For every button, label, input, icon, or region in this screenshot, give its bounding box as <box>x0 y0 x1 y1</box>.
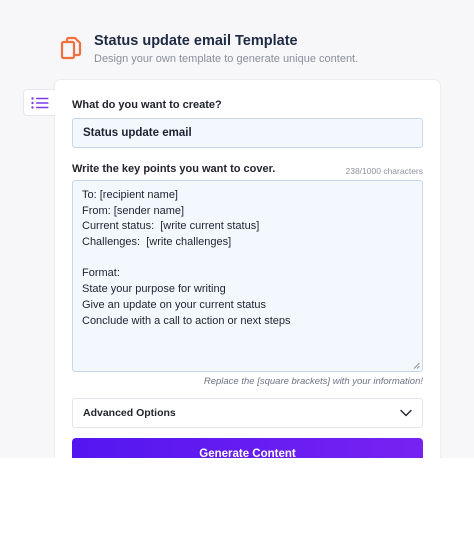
page-viewport: Status update email Template Design your… <box>0 0 474 458</box>
page-subtitle: Design your own template to generate uni… <box>94 53 359 65</box>
textarea-line: From: [sender name] <box>82 204 185 217</box>
advanced-options-label: Advanced Options <box>83 407 176 419</box>
keypoints-textarea[interactable]: To: [recipient name] From: [sender name]… <box>72 180 423 372</box>
list-icon <box>30 96 48 109</box>
page-title: Status update email Template <box>94 33 298 49</box>
sidebar-toggle-button[interactable] <box>23 89 55 116</box>
replace-hint: Replace the [square brackets] with your … <box>203 376 423 387</box>
character-counter: 238/1000 characters <box>345 166 424 176</box>
create-label: What do you want to create? <box>72 99 222 111</box>
textarea-line <box>82 251 413 267</box>
textarea-line: Current status: [write current status] <box>82 220 260 233</box>
textarea-line: Give an update on your current status <box>82 298 267 311</box>
textarea-line: Conclude with a call to action or next s… <box>82 314 291 327</box>
header-text: Status update email Template Design your… <box>94 33 358 65</box>
textarea-line: Format: <box>82 267 120 280</box>
keypoints-label: Write the key points you want to cover. <box>72 163 276 175</box>
textarea-line: State your purpose for writing <box>82 283 226 296</box>
chevron-down-icon <box>400 409 412 417</box>
template-form-card: What do you want to create? Status updat… <box>55 80 440 458</box>
page-header: Status update email Template Design your… <box>60 33 358 65</box>
copy-document-icon <box>60 36 82 60</box>
resize-grip-icon[interactable] <box>413 362 420 369</box>
advanced-options-toggle[interactable]: Advanced Options <box>72 398 423 428</box>
textarea-line: To: [recipient name] <box>82 189 178 201</box>
generate-content-button[interactable]: Generate Content <box>72 438 423 458</box>
create-input[interactable]: Status update email <box>72 118 423 148</box>
textarea-line: Challenges: [write challenges] <box>82 236 232 249</box>
